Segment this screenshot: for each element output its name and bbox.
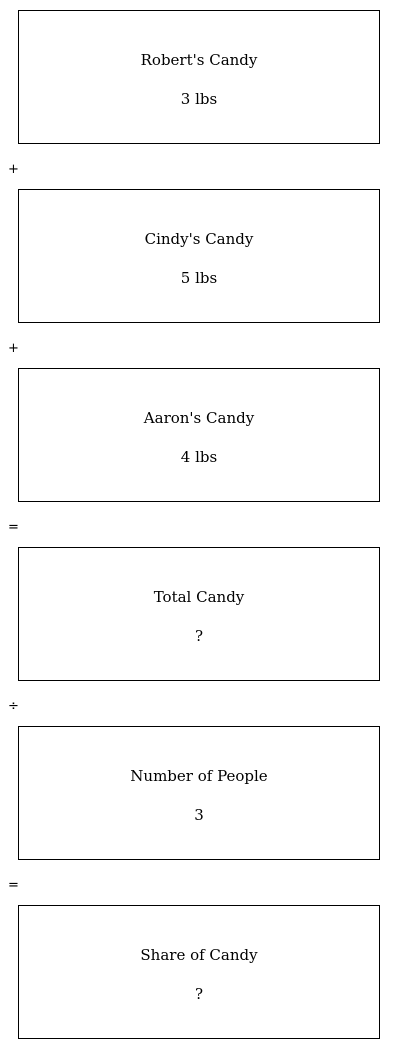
equals-operator: = (8, 878, 19, 893)
box-value: 3 lbs (180, 90, 218, 108)
box-label: Number of People (130, 767, 268, 785)
box-value: 5 lbs (180, 269, 218, 287)
box-label: Aaron's Candy (143, 409, 255, 427)
share-of-candy-box: Share of Candy ? (18, 905, 380, 1039)
box-label: Cindy's Candy (144, 230, 254, 248)
number-of-people-box: Number of People 3 (18, 726, 380, 860)
equals-operator: = (8, 520, 19, 535)
box-value: 4 lbs (180, 448, 218, 466)
cindys-candy-box: Cindy's Candy 5 lbs (18, 189, 380, 323)
aarons-candy-box: Aaron's Candy 4 lbs (18, 368, 380, 502)
plus-operator: + (8, 341, 19, 356)
plus-operator: + (8, 162, 19, 177)
box-value: 3 (194, 806, 204, 824)
box-label: Total Candy (153, 588, 245, 606)
box-value: ? (194, 985, 204, 1003)
total-candy-box: Total Candy ? (18, 547, 380, 681)
divide-operator: ÷ (8, 699, 19, 714)
box-label: Robert's Candy (140, 51, 258, 69)
roberts-candy-box: Robert's Candy 3 lbs (18, 10, 380, 144)
box-value: ? (194, 627, 204, 645)
box-label: Share of Candy (140, 946, 258, 964)
